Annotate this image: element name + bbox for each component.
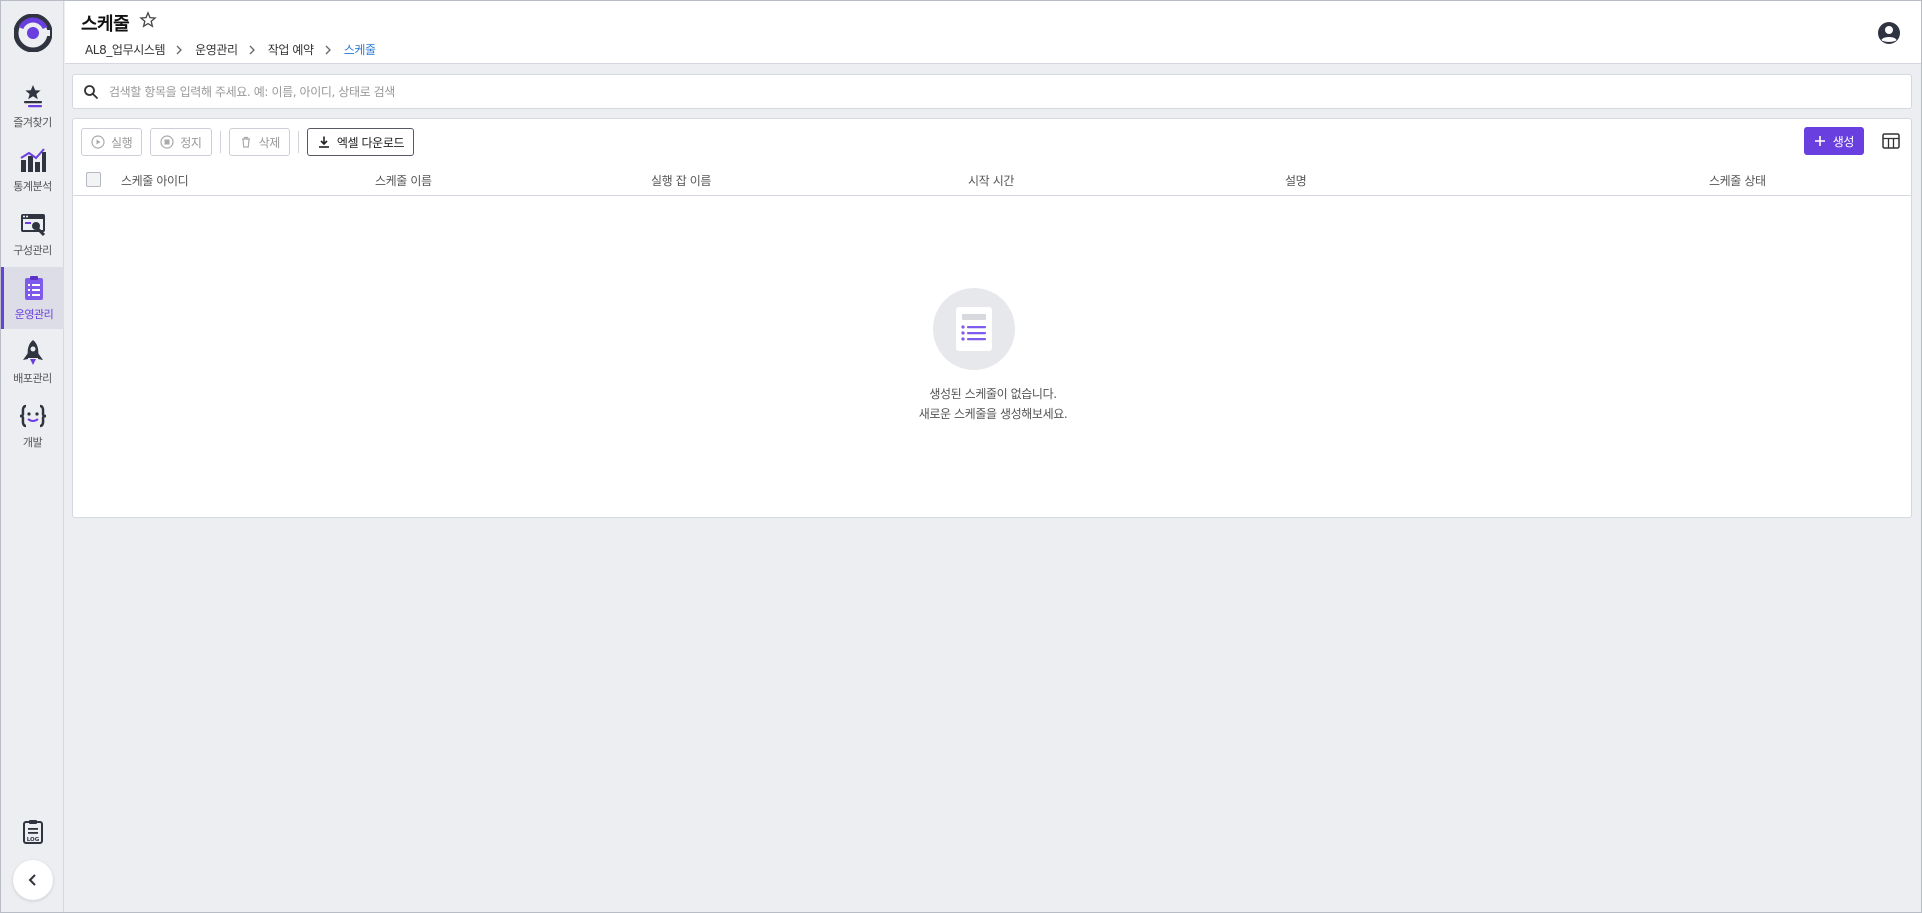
run-button[interactable]: 실행 xyxy=(81,128,143,156)
sidebar-item-label: 구성관리 xyxy=(13,244,52,257)
sidebar-collapse-button[interactable] xyxy=(13,860,53,900)
stop-button-label: 정지 xyxy=(180,135,202,150)
play-circle-icon xyxy=(91,135,105,149)
stop-button[interactable]: 정지 xyxy=(150,128,212,156)
config-tools-icon xyxy=(18,209,48,239)
chevron-right-icon xyxy=(324,45,334,55)
sidebar-item-analytics[interactable]: 통계분석 xyxy=(1,139,64,201)
delete-button-label: 삭제 xyxy=(258,135,281,150)
download-icon xyxy=(318,136,329,148)
star-stack-icon xyxy=(18,81,48,111)
breadcrumb-item[interactable]: AL8_업무시스템 xyxy=(85,41,166,58)
column-settings-icon[interactable] xyxy=(1881,131,1901,151)
user-account-icon[interactable] xyxy=(1877,21,1901,45)
chevron-right-icon xyxy=(248,45,258,55)
column-header-schedule-id[interactable]: 스케줄 아이디 xyxy=(121,172,189,189)
toolbar-divider xyxy=(219,131,221,153)
rocket-icon xyxy=(18,337,48,367)
chevron-left-icon xyxy=(28,874,36,886)
log-icon[interactable]: LOG xyxy=(20,819,46,845)
clipboard-list-icon xyxy=(19,273,49,303)
excel-download-label: 엑셀 다운로드 xyxy=(336,135,405,150)
search-input[interactable] xyxy=(109,75,1911,108)
favorite-star-icon[interactable] xyxy=(139,11,157,29)
table-toolbar: 실행 정지 삭제 엑셀 다운로드 xyxy=(81,128,422,156)
sidebar-item-deploy[interactable]: 배포관리 xyxy=(1,331,64,393)
breadcrumb-item[interactable]: 운영관리 xyxy=(195,41,238,58)
trash-icon xyxy=(241,136,250,148)
sidebar-item-label: 개발 xyxy=(22,436,43,449)
sidebar-item-label: 즐겨찾기 xyxy=(13,116,52,129)
column-header-start-time[interactable]: 시작 시간 xyxy=(968,172,1014,189)
analytics-icon xyxy=(18,145,48,175)
empty-line-2: 새로운 스케줄을 생성해보세요. xyxy=(918,407,1068,421)
table-header: 스케줄 아이디 스케줄 이름 실행 잡 이름 시작 시간 설명 스케줄 상태 xyxy=(73,163,1911,196)
excel-download-button[interactable]: 엑셀 다운로드 xyxy=(306,128,415,156)
select-all-checkbox[interactable] xyxy=(86,172,101,187)
empty-state-message: 생성된 스케줄이 없습니다. 새로운 스케줄을 생성해보세요. xyxy=(73,384,1911,424)
breadcrumb-item[interactable]: 작업 예약 xyxy=(268,41,314,58)
sidebar-item-operations[interactable]: 운영관리 xyxy=(1,267,64,329)
stop-circle-icon xyxy=(160,135,174,149)
delete-button[interactable]: 삭제 xyxy=(228,128,290,156)
create-button-label: 생성 xyxy=(1832,134,1855,149)
schedule-table-panel: 실행 정지 삭제 엑셀 다운로드 생성 스케줄 아이디 스케줄 이름 실행 잡 … xyxy=(72,118,1912,518)
empty-line-1: 생성된 스케줄이 없습니다. xyxy=(929,387,1057,401)
app-logo[interactable] xyxy=(14,14,52,52)
toolbar-divider xyxy=(297,131,299,153)
sidebar: 즐겨찾기 통계분석 구성관리 운영관리 배포관리 개발 LOG xyxy=(1,1,64,912)
create-button[interactable]: 생성 xyxy=(1803,127,1864,155)
sidebar-item-label: 배포관리 xyxy=(13,372,52,385)
sidebar-item-config[interactable]: 구성관리 xyxy=(1,203,64,265)
run-button-label: 실행 xyxy=(111,135,133,150)
empty-document-icon xyxy=(933,288,1015,370)
column-header-schedule-name[interactable]: 스케줄 이름 xyxy=(375,172,432,189)
column-header-description[interactable]: 설명 xyxy=(1285,172,1307,189)
search-bar xyxy=(72,74,1912,109)
plus-icon xyxy=(1814,136,1825,146)
empty-state: 생성된 스케줄이 없습니다. 새로운 스케줄을 생성해보세요. xyxy=(73,196,1911,518)
search-icon xyxy=(84,84,99,99)
breadcrumb: AL8_업무시스템 운영관리 작업 예약 스케줄 xyxy=(85,41,376,58)
page-header: 스케줄 AL8_업무시스템 운영관리 작업 예약 스케줄 xyxy=(65,1,1921,64)
breadcrumb-current: 스케줄 xyxy=(343,43,376,57)
column-header-job-name[interactable]: 실행 잡 이름 xyxy=(651,172,711,189)
sidebar-item-favorites[interactable]: 즐겨찾기 xyxy=(1,75,64,137)
column-header-schedule-status[interactable]: 스케줄 상태 xyxy=(1709,172,1766,189)
code-braces-icon xyxy=(18,401,48,431)
svg-text:LOG: LOG xyxy=(27,837,40,843)
sidebar-item-label: 운영관리 xyxy=(14,308,54,321)
sidebar-item-label: 통계분석 xyxy=(13,180,52,193)
page-title: 스케줄 xyxy=(81,14,130,35)
sidebar-item-dev[interactable]: 개발 xyxy=(1,395,64,457)
chevron-right-icon xyxy=(175,45,185,55)
